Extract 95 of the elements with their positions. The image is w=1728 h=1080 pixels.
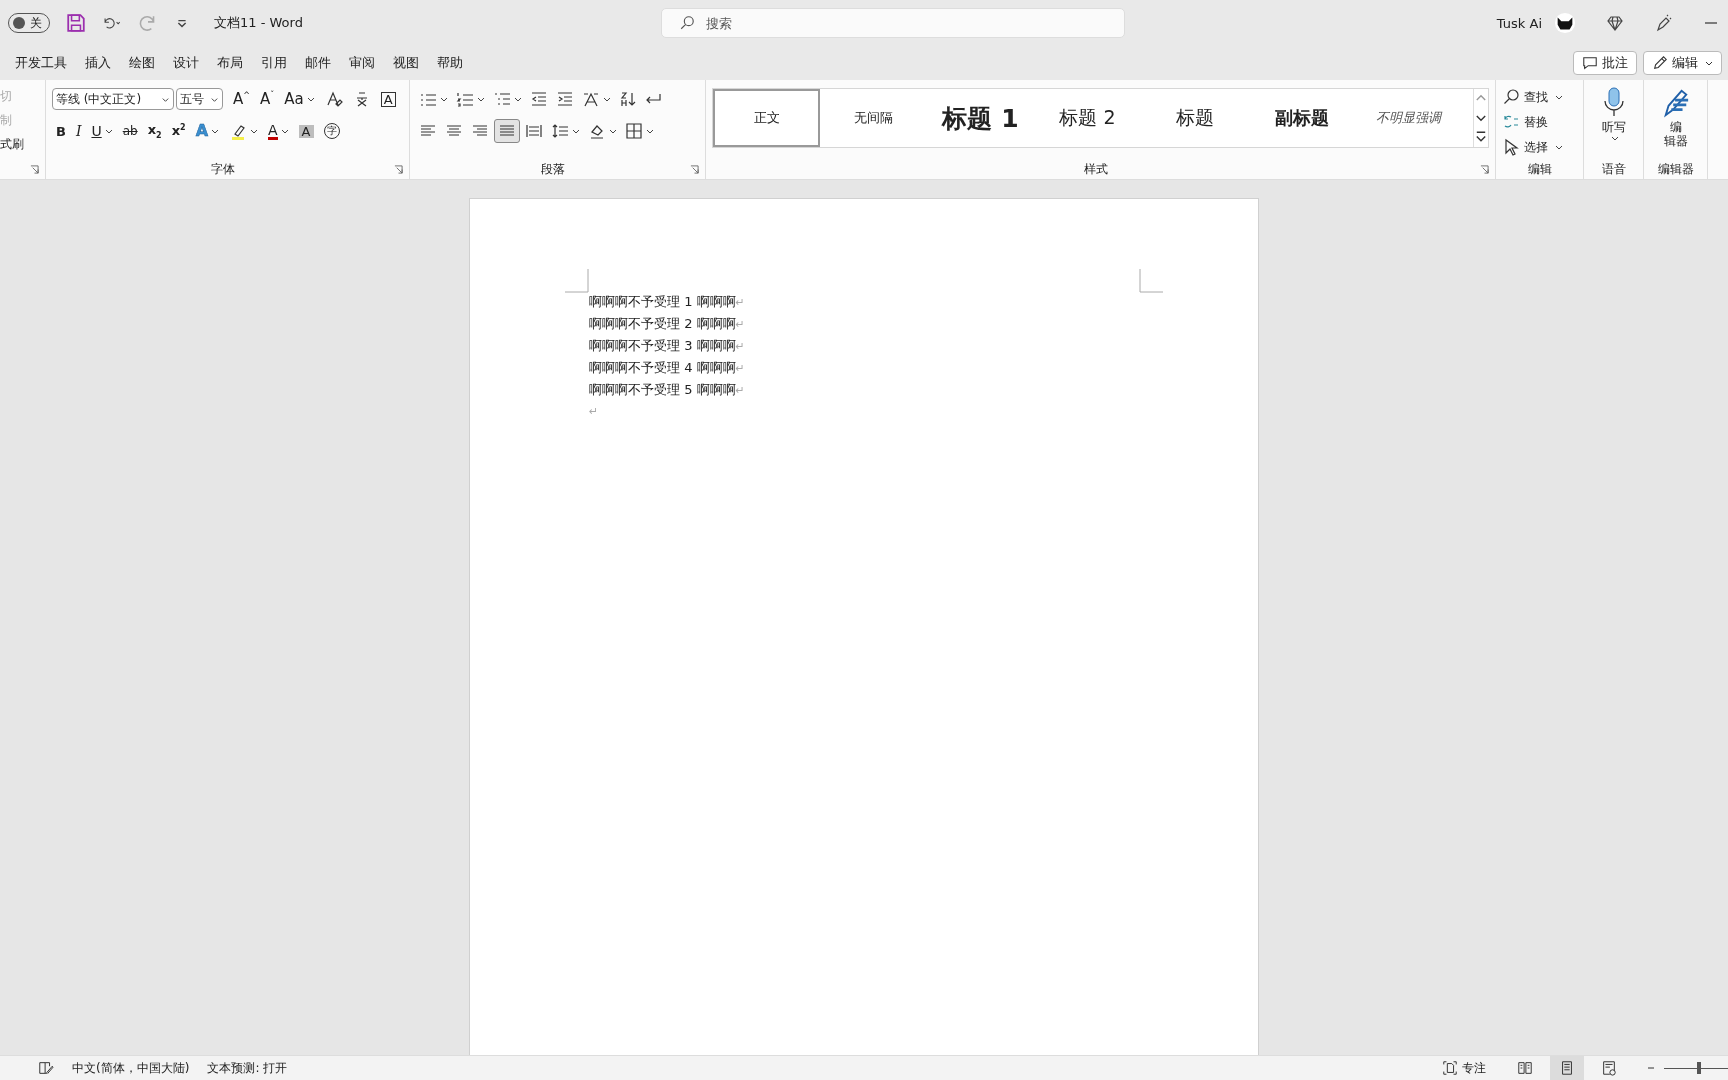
font-underline-button[interactable]: U <box>87 119 117 143</box>
ribbon-tab[interactable]: 插入 <box>76 48 120 78</box>
save-icon[interactable] <box>66 13 86 33</box>
document-paragraph: 啊啊啊不予受理 2 啊啊啊↵ <box>589 315 745 333</box>
group-label: 样式 <box>1083 160 1109 178</box>
sort-icon <box>619 90 637 108</box>
find-button[interactable]: 查找 <box>1502 86 1577 108</box>
language-status[interactable]: 中文(简体，中国大陆) <box>72 1059 190 1077</box>
borders-icon <box>625 122 643 140</box>
numbered-list-icon <box>456 90 474 108</box>
font-sup-button[interactable]: x$^{2}$ <box>167 119 190 143</box>
group-label: 语音 <box>1601 160 1626 178</box>
group-label: 字体 <box>210 160 236 178</box>
dialog-launcher-icon[interactable] <box>30 164 39 174</box>
ribbon-tab[interactable]: 设计 <box>164 48 208 78</box>
font-shrink-button[interactable]: A$^{ˇ}$ <box>255 87 279 111</box>
font-italic-button[interactable]: I <box>71 119 86 143</box>
ribbon-tab[interactable]: 布局 <box>208 48 252 78</box>
style-item[interactable]: 不明显强调 <box>1355 89 1462 147</box>
style-item[interactable]: 无间隔 <box>820 89 927 147</box>
dialog-launcher-icon[interactable] <box>394 164 403 174</box>
ribbon-tab[interactable]: 视图 <box>384 48 428 78</box>
style-item[interactable]: 标题 2 <box>1034 89 1141 147</box>
increase-indent-icon <box>556 90 574 108</box>
group-label: 编辑 <box>1526 160 1553 178</box>
style-item[interactable]: 标题 <box>1141 89 1248 147</box>
document-paragraph: 啊啊啊不予受理 5 啊啊啊↵ <box>589 381 745 399</box>
ribbon-tab[interactable]: 邮件 <box>296 48 340 78</box>
font-shade-button[interactable]: A <box>294 119 318 143</box>
line-spacing-icon <box>551 122 569 140</box>
dialog-launcher-icon[interactable] <box>690 164 699 174</box>
font-bold-button[interactable]: B <box>52 119 70 143</box>
group-label: 编辑器 <box>1657 160 1694 178</box>
style-item[interactable]: 副标题 <box>1248 89 1355 147</box>
cursor-icon <box>1502 138 1520 156</box>
margin-corner-mark <box>565 269 589 293</box>
search-field[interactable]: 搜索 <box>660 8 1125 38</box>
zoom-thumb[interactable] <box>1697 1062 1702 1074</box>
proofing-icon[interactable] <box>38 1060 54 1076</box>
avatar[interactable] <box>1554 12 1576 34</box>
ribbon-tab[interactable]: 引用 <box>252 48 296 78</box>
pencil-icon <box>1652 55 1668 71</box>
text-prediction-status[interactable]: 文本预测: 打开 <box>207 1059 288 1077</box>
replace-icon <box>1502 113 1520 131</box>
pen-icon[interactable] <box>1654 14 1672 32</box>
asian-layout-icon <box>582 90 600 108</box>
multilevel-list-icon <box>493 90 511 108</box>
editor-button[interactable]: 编 辑器 <box>1661 86 1690 149</box>
replace-button[interactable]: 替换 <box>1502 111 1577 133</box>
clipboard-command[interactable]: 式刷 <box>0 136 39 153</box>
decrease-indent-icon <box>530 90 548 108</box>
focus-icon <box>1442 1060 1458 1076</box>
web-page-icon <box>1601 1060 1617 1076</box>
font-grow-button[interactable]: A$^{^}$ <box>229 87 254 111</box>
margin-corner-mark <box>1139 269 1163 293</box>
font-circle-button[interactable]: 字 <box>319 119 344 143</box>
ribbon-tab[interactable]: 开发工具 <box>6 48 76 78</box>
font-case-button[interactable]: Aa <box>280 87 319 111</box>
comments-button[interactable]: 批注 <box>1573 51 1637 75</box>
book-icon <box>1517 1060 1533 1076</box>
eraser-icon <box>324 90 343 108</box>
group-label: 段落 <box>540 160 566 178</box>
document-paragraph: 啊啊啊不予受理 4 啊啊啊↵ <box>589 359 745 377</box>
caret-icon <box>1611 134 1619 143</box>
search-icon <box>1502 88 1520 106</box>
customize-toolbar-icon[interactable] <box>176 17 188 29</box>
ribbon-tab[interactable]: 审阅 <box>340 48 384 78</box>
diamond-icon[interactable] <box>1606 14 1624 32</box>
font-box-button[interactable]: A <box>376 87 400 111</box>
font-color-button[interactable]: A <box>264 119 293 143</box>
document-paragraph: 啊啊啊不予受理 3 啊啊啊↵ <box>589 337 745 355</box>
print-view-button[interactable] <box>1550 1056 1584 1080</box>
user-name[interactable]: Tusk Ai <box>1496 15 1542 31</box>
dictate-button[interactable]: 听写 <box>1599 86 1628 143</box>
focus-button[interactable]: 专注 <box>1442 1059 1486 1077</box>
style-item[interactable]: 正文 <box>713 89 820 147</box>
font-size-dropdown[interactable]: 五号 <box>176 88 223 110</box>
editing-mode-button[interactable]: 编辑 <box>1643 51 1722 75</box>
style-item[interactable]: 标题 1 <box>927 89 1034 147</box>
ribbon-tab[interactable]: 绘图 <box>120 48 164 78</box>
font-sub-button[interactable]: x$_{2}$ <box>143 119 166 143</box>
distribute-icon <box>525 122 543 140</box>
font-name-dropdown[interactable]: 等线 (中文正文) <box>52 88 174 110</box>
document-paragraph: 啊啊啊不予受理 1 啊啊啊↵ <box>589 293 745 311</box>
dialog-launcher-icon[interactable] <box>1480 164 1489 174</box>
font-strike-button[interactable]: ab <box>118 119 142 143</box>
justify-button[interactable] <box>494 119 520 143</box>
comment-icon <box>1582 55 1598 71</box>
caret-icon <box>1705 59 1713 67</box>
window-title: 文档11 - Word <box>214 14 303 32</box>
select-button[interactable]: 选择 <box>1502 136 1577 158</box>
paragraph-mark: ↵ <box>589 404 599 420</box>
search-icon <box>678 15 695 31</box>
ribbon-tab[interactable]: 帮助 <box>428 48 472 78</box>
page-icon <box>1559 1060 1575 1076</box>
